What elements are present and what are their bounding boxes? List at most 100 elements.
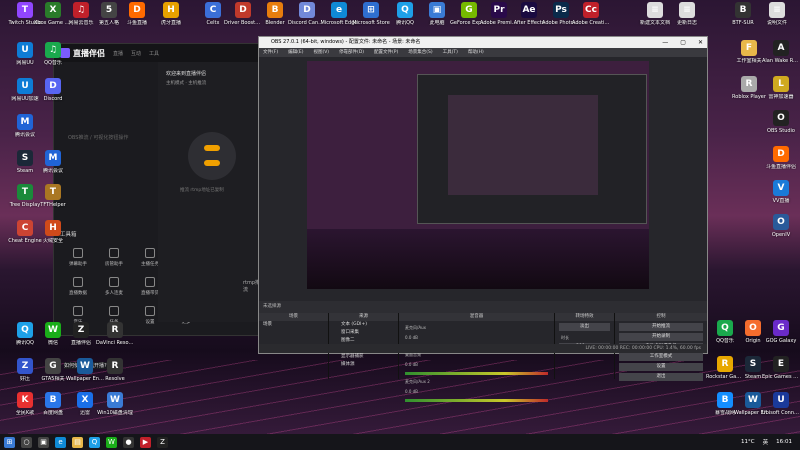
transition-select[interactable]: 淡出 [559, 323, 610, 331]
desktop-icon[interactable]: G GOG Galaxy [762, 320, 800, 354]
app-icon: Ps [553, 2, 569, 18]
app-icon: G [773, 320, 789, 336]
taskbar-app-icon[interactable]: Z [157, 436, 168, 448]
desktop-icon[interactable]: ≡ 更新日志 [668, 2, 706, 36]
menu-item[interactable]: 视图(V) [313, 48, 329, 57]
desktop-icon[interactable]: L 雷神加速器 [762, 76, 800, 110]
desktop-icon[interactable]: Z 直播伴侣 [62, 322, 100, 356]
clock[interactable]: 16:01 [776, 439, 792, 445]
desktop-icon[interactable]: D Discord [34, 78, 72, 112]
control-button[interactable]: 退出 [619, 373, 703, 381]
obs-titlebar: OBS 27.0.1 (64-bit, windows) - 配置文件: 未命名… [259, 37, 707, 48]
taskbar-app-icon[interactable]: Q [89, 436, 100, 448]
control-button[interactable]: 开始录制 [619, 333, 703, 341]
source-item[interactable]: 显示器捕获 [329, 353, 398, 361]
desktop-icon[interactable]: D 斗鱼直播 [118, 2, 156, 36]
obs-footer: LIVE: 00:00:00 REC: 00:00:00 CPU: 1.4%, … [259, 344, 707, 353]
desktop-icon[interactable]: Cc Adobe Creative Cloud [572, 2, 610, 36]
stream-toggle-a[interactable] [204, 145, 220, 151]
tool-icon [109, 277, 119, 287]
source-item[interactable]: 文本 (GDI+) [329, 321, 398, 329]
tool-icon [109, 306, 119, 316]
taskbar-app-icon[interactable]: ⊞ [4, 436, 15, 448]
desktop-icon[interactable]: M 腾讯会议 [34, 150, 72, 184]
desktop-icon[interactable]: ♫ QQ音乐 [34, 42, 72, 76]
menu-item[interactable]: 文件(F) [263, 48, 278, 57]
app-icon: W [45, 322, 61, 338]
desktop-icon[interactable]: V VV直播 [762, 180, 800, 214]
app-icon: T [17, 2, 33, 18]
stream-status-circle [188, 132, 236, 180]
desktop-icon[interactable]: R Resolve [96, 358, 134, 392]
desktop-icon[interactable]: E Epic Games Launcher [762, 356, 800, 390]
app-icon: R [741, 76, 757, 92]
desktop-icon[interactable]: B BTF-SUR [724, 2, 762, 36]
tab-interact[interactable]: 互动 [131, 50, 141, 57]
tab-tools[interactable]: 工具 [149, 50, 159, 57]
obs-preview[interactable] [307, 61, 649, 289]
volume-meter[interactable] [405, 399, 548, 402]
desktop-icon[interactable]: R DaVinci Resolve [96, 322, 134, 356]
control-button[interactable]: 设置 [619, 363, 703, 371]
desktop-icon[interactable]: W Win10磁盘清理 [96, 392, 134, 426]
taskbar-icons: ⊞ ○ ▣ e ▤ Q W ● ▶ Z [4, 436, 168, 448]
taskbar-app-icon[interactable]: ▤ [72, 436, 83, 448]
tool-item[interactable]: 房管助手 [96, 248, 132, 267]
minimize-icon[interactable]: — [662, 37, 668, 48]
tool-label: 房管助手 [105, 262, 123, 267]
desktop-icon[interactable]: H 虎牙直播 [152, 2, 190, 36]
mixer-channel-label: 麦克风/Aux [405, 325, 426, 330]
control-button[interactable]: 工作室模式 [619, 353, 703, 361]
app-icon: B [735, 2, 751, 18]
scene-item[interactable]: 场景 [259, 321, 328, 329]
app-icon: C [17, 220, 33, 236]
app-icon: W [107, 392, 123, 408]
taskbar-app-icon[interactable]: ▣ [38, 436, 49, 448]
desktop-icon[interactable]: D 斗鱼直播伴侣 [762, 146, 800, 180]
close-icon[interactable]: ✕ [698, 37, 703, 48]
source-item[interactable]: 媒体源 [329, 361, 398, 369]
source-item[interactable]: 窗口采集 [329, 329, 398, 337]
desktop-icon[interactable]: T TFTHelper [34, 184, 72, 218]
desktop-icon[interactable]: O OpenIV [762, 214, 800, 248]
desktop-icon[interactable]: ⊞ Microsoft Store [352, 2, 390, 36]
control-button[interactable]: 开始推流 [619, 323, 703, 331]
app-icon: T [17, 184, 33, 200]
input-method[interactable]: 英 [763, 438, 769, 446]
tool-item[interactable]: 多人连麦 [96, 277, 132, 296]
volume-meter[interactable] [405, 372, 548, 375]
desktop-icon[interactable]: A Alan Wake Remastered [762, 40, 800, 74]
app-icon: H [45, 220, 61, 236]
menu-item[interactable]: 配置文件(P) [374, 48, 398, 57]
menu-item[interactable]: 场景集合(S) [408, 48, 432, 57]
maximize-icon[interactable]: ▢ [680, 37, 686, 48]
menu-item[interactable]: 工具(T) [443, 48, 458, 57]
menu-item[interactable]: 停靠部件(D) [339, 48, 364, 57]
menu-item[interactable]: 帮助(H) [468, 48, 484, 57]
tool-label: 直播带货 [141, 291, 159, 296]
menu-item[interactable]: 编辑(E) [288, 48, 303, 57]
app-icon: E [773, 356, 789, 372]
weather-text[interactable]: 11°C [741, 439, 755, 445]
obs-window[interactable]: OBS 27.0.1 (64-bit, windows) - 配置文件: 未命名… [258, 36, 708, 402]
taskbar-app-icon[interactable]: ● [123, 436, 134, 448]
taskbar-app-icon[interactable]: ▶ [140, 436, 151, 448]
app-icon: O [773, 214, 789, 230]
desktop-icon[interactable]: O OBS Studio [762, 110, 800, 144]
taskbar-app-icon[interactable]: ○ [21, 436, 32, 448]
app-icon: B [717, 392, 733, 408]
tool-item[interactable]: 直播数据 [60, 277, 96, 296]
desktop-icon[interactable]: U Ubisoft Connect [762, 392, 800, 426]
dock-sources-header: 来源 [329, 313, 398, 321]
desktop-icon[interactable]: H 火绒安全 [34, 220, 72, 254]
tool-icon [73, 277, 83, 287]
taskbar-app-icon[interactable]: W [106, 436, 117, 448]
desktop-icon-label: Discord [43, 96, 63, 102]
taskbar-app-icon[interactable]: e [55, 436, 66, 448]
tool-icon [145, 306, 155, 316]
stream-toggle-b[interactable] [204, 160, 220, 166]
desktop-icon[interactable]: ≡ 说明文件 [758, 2, 796, 36]
app-icon: Q [717, 320, 733, 336]
tab-live[interactable]: 直播 [113, 50, 123, 57]
desktop-icon[interactable]: M 腾讯会议 [6, 114, 44, 148]
